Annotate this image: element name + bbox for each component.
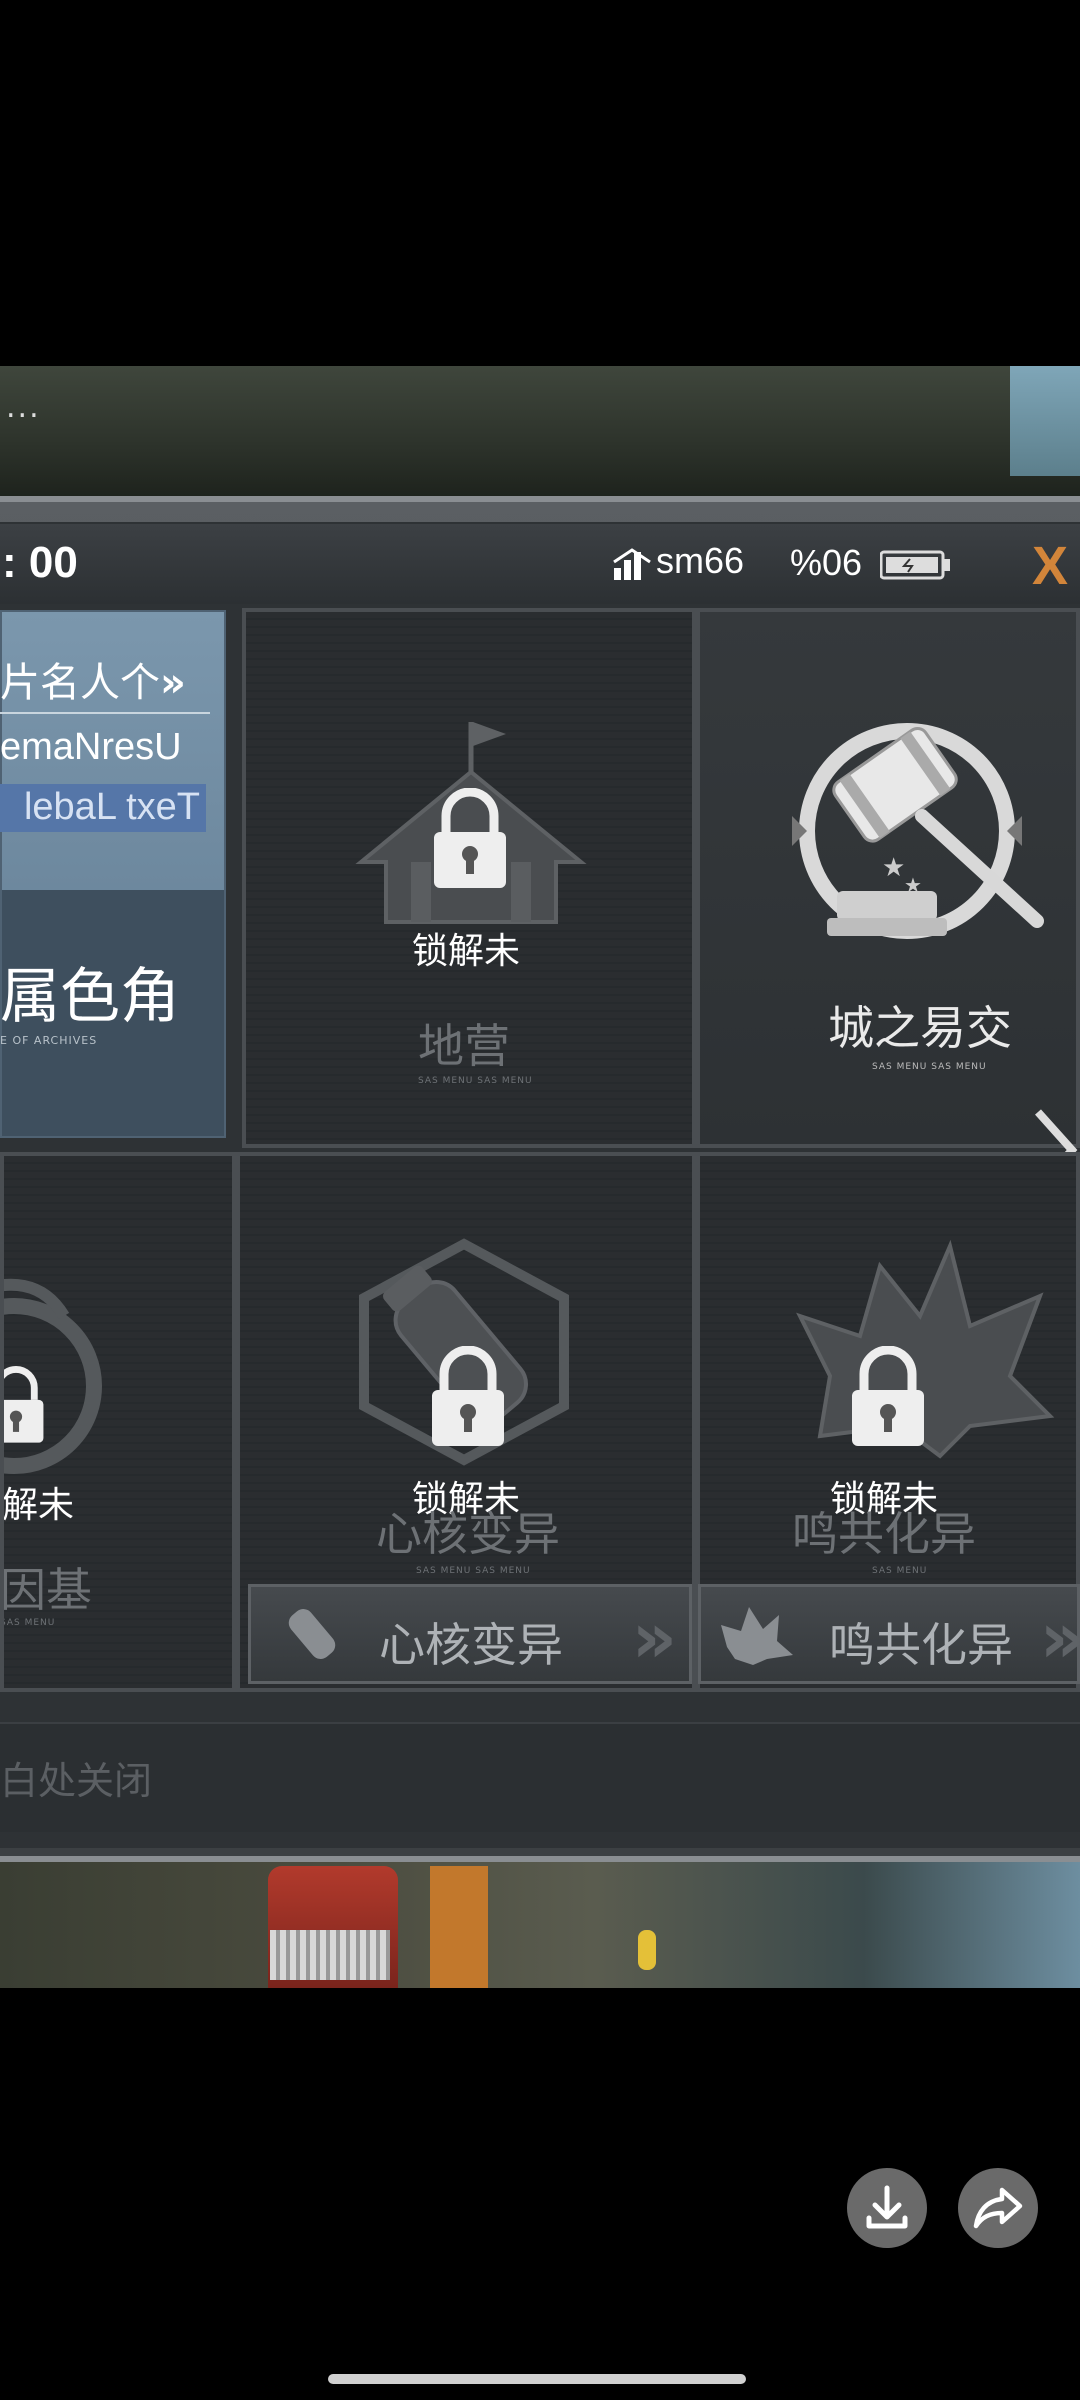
- mutant-core-button[interactable]: 心核变异 »: [248, 1584, 692, 1684]
- camp-title: 地营: [418, 1019, 510, 1073]
- camp-subtitle: SAS MENU SAS MENU: [418, 1076, 533, 1086]
- resonance-title: 鸣共化异: [792, 1507, 976, 1561]
- panel-footer[interactable]: [0, 1722, 1080, 1832]
- profile-username: emaNresU: [0, 726, 182, 768]
- download-icon: [866, 2185, 908, 2229]
- trade-city-subtitle: SAS MENU SAS MENU: [872, 1062, 987, 1072]
- gene-locked-text: 解未: [2, 1485, 75, 1526]
- lock-icon: [434, 788, 506, 888]
- camp-locked-text: 锁解未: [412, 931, 521, 972]
- tap-to-close-hint: 白处关闭: [0, 1759, 153, 1803]
- double-chevron-icon: »: [631, 1597, 677, 1679]
- gene-title: 因基: [0, 1563, 92, 1617]
- mutant-resonance-button-label: 鸣共化异: [829, 1618, 1013, 1672]
- mutant-core-small-icon: [288, 1609, 336, 1659]
- core-title: 心核变异: [376, 1507, 560, 1561]
- gavel-emblem-icon: ★ ★: [792, 723, 1044, 939]
- svg-text:★: ★: [904, 873, 922, 897]
- network-latency: sm66: [656, 540, 745, 581]
- tile-trade-city[interactable]: ★ ★ 城之易交 SAS MENU SAS MENU: [696, 608, 1080, 1148]
- lock-icon: [432, 1346, 504, 1446]
- personal-card-label: 片名人个: [0, 660, 160, 706]
- orange-pipe: [430, 1866, 488, 1988]
- double-chevron-icon: »: [160, 660, 186, 706]
- battery-percent: %06: [790, 542, 863, 583]
- personal-card-link[interactable]: 片名人个»: [0, 650, 186, 708]
- tile-camp[interactable]: 锁解未 地营 SAS MENU SAS MENU: [242, 608, 696, 1148]
- profile-divider: [0, 712, 210, 714]
- share-button[interactable]: [958, 2168, 1038, 2248]
- game-backdrop-top: ...: [0, 366, 1080, 496]
- core-subtitle: SAS MENU SAS MENU: [416, 1566, 531, 1576]
- resonance-subtitle: SAS MENU: [872, 1566, 928, 1576]
- profile-text-label-value: lebaL txeT: [23, 786, 200, 828]
- close-button[interactable]: X: [1020, 536, 1080, 596]
- battery-icon: [880, 550, 950, 580]
- double-chevron-icon: »: [1040, 1597, 1080, 1679]
- lock-icon: [4, 1366, 44, 1443]
- game-backdrop-bottom: [0, 1862, 1080, 1988]
- home-indicator[interactable]: [328, 2374, 746, 2384]
- barrel-label: [270, 1930, 390, 1980]
- role-attribute-title: 属色角: [0, 962, 180, 1032]
- clock-text: : 00: [2, 538, 78, 587]
- mutant-resonance-small-icon: [721, 1607, 793, 1665]
- lock-icon: [852, 1346, 924, 1446]
- share-arrow-icon: [973, 2187, 1023, 2229]
- more-dots[interactable]: ...: [6, 390, 41, 425]
- mutant-resonance-button[interactable]: 鸣共化异 »: [698, 1584, 1080, 1684]
- trade-city-title: 城之易交: [828, 1001, 1012, 1055]
- sky-patch: [1010, 366, 1080, 476]
- download-button[interactable]: [847, 2168, 927, 2248]
- yellow-light: [638, 1930, 656, 1970]
- signal-icon: [613, 548, 651, 580]
- svg-text:★: ★: [882, 853, 905, 883]
- role-attribute-subtitle: E OF ARCHIVES: [0, 1034, 98, 1047]
- tile-gene[interactable]: 解未 因基 SAS MENU: [0, 1152, 236, 1692]
- profile-text-label: lebaL txeT: [0, 784, 206, 832]
- mutant-core-button-label: 心核变异: [379, 1618, 563, 1672]
- gene-subtitle: SAS MENU: [0, 1618, 56, 1628]
